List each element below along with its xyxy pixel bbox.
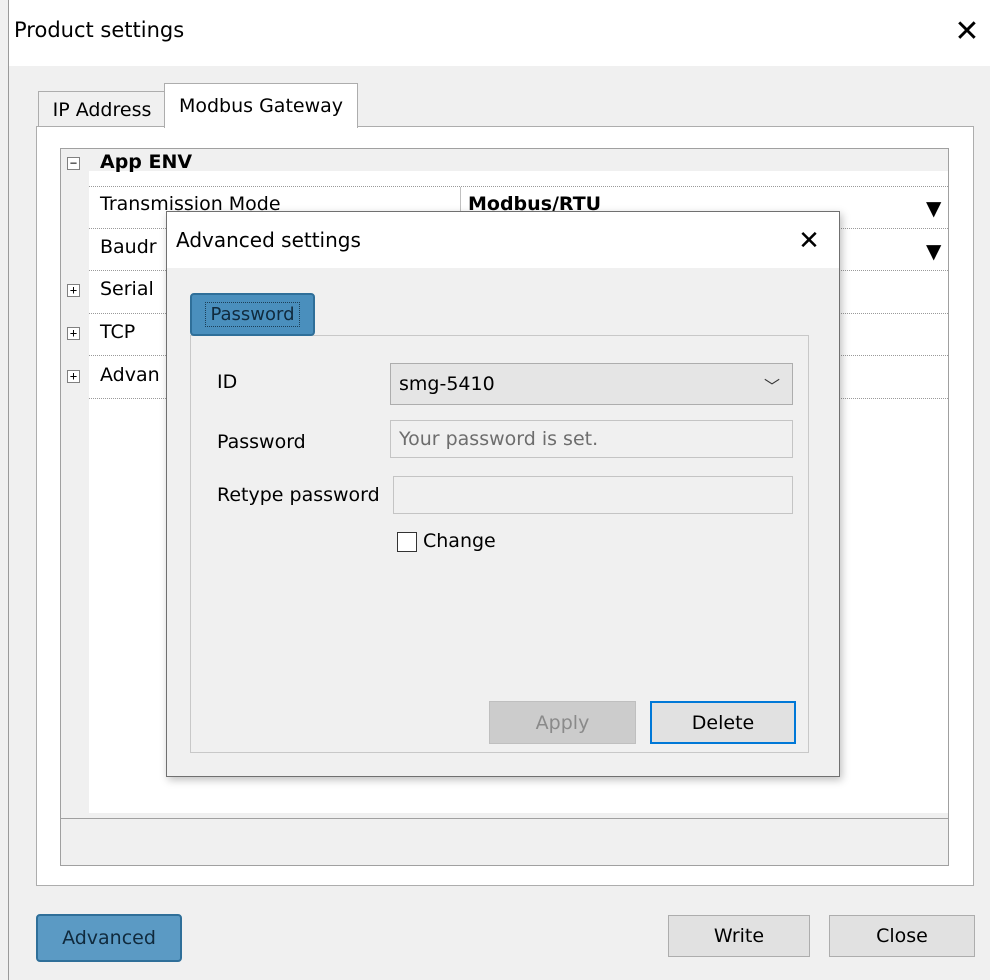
advanced-button[interactable]: Advanced bbox=[36, 914, 182, 962]
change-checkbox[interactable] bbox=[397, 532, 417, 552]
change-label[interactable]: Change bbox=[423, 530, 496, 552]
retype-password-label: Retype password bbox=[217, 484, 380, 506]
password-field[interactable]: Your password is set. bbox=[390, 420, 793, 458]
category-serial[interactable]: Serial bbox=[100, 278, 154, 300]
window-title: Product settings bbox=[14, 18, 185, 42]
id-combobox-value: smg-5410 bbox=[399, 373, 495, 395]
delete-button[interactable]: Delete bbox=[650, 701, 796, 744]
expand-icon[interactable]: + bbox=[67, 284, 80, 297]
tab-ip-address[interactable]: IP Address bbox=[38, 91, 166, 127]
retype-password-field[interactable] bbox=[393, 476, 793, 514]
close-button[interactable]: Close bbox=[829, 915, 975, 957]
expand-icon[interactable]: + bbox=[67, 327, 80, 340]
category-advanced[interactable]: Advan bbox=[100, 364, 160, 386]
dropdown-arrow-icon[interactable]: ▼ bbox=[926, 196, 941, 220]
tab-password-label: Password bbox=[205, 302, 300, 327]
dropdown-arrow-icon[interactable]: ▼ bbox=[926, 239, 941, 263]
property-grid-description bbox=[61, 818, 948, 864]
property-baudrate[interactable]: Baudr bbox=[100, 236, 157, 258]
row-divider bbox=[89, 186, 948, 187]
apply-button[interactable]: Apply bbox=[489, 701, 636, 744]
dialog-close-icon[interactable]: ✕ bbox=[794, 226, 824, 256]
chevron-down-icon: ﹀ bbox=[763, 377, 780, 396]
expand-icon[interactable]: + bbox=[67, 370, 80, 383]
category-app-env[interactable]: App ENV bbox=[100, 151, 192, 173]
password-label: Password bbox=[217, 431, 306, 453]
collapse-icon[interactable]: − bbox=[67, 157, 80, 170]
id-label: ID bbox=[217, 371, 238, 393]
id-combobox[interactable]: smg-5410 ﹀ bbox=[390, 363, 793, 405]
window-close-icon[interactable]: ✕ bbox=[951, 17, 983, 49]
tab-modbus-gateway[interactable]: Modbus Gateway bbox=[164, 83, 358, 128]
write-button[interactable]: Write bbox=[668, 915, 810, 957]
category-tcp[interactable]: TCP bbox=[100, 321, 135, 343]
dialog-title: Advanced settings bbox=[176, 228, 361, 252]
tab-password[interactable]: Password bbox=[190, 293, 315, 336]
